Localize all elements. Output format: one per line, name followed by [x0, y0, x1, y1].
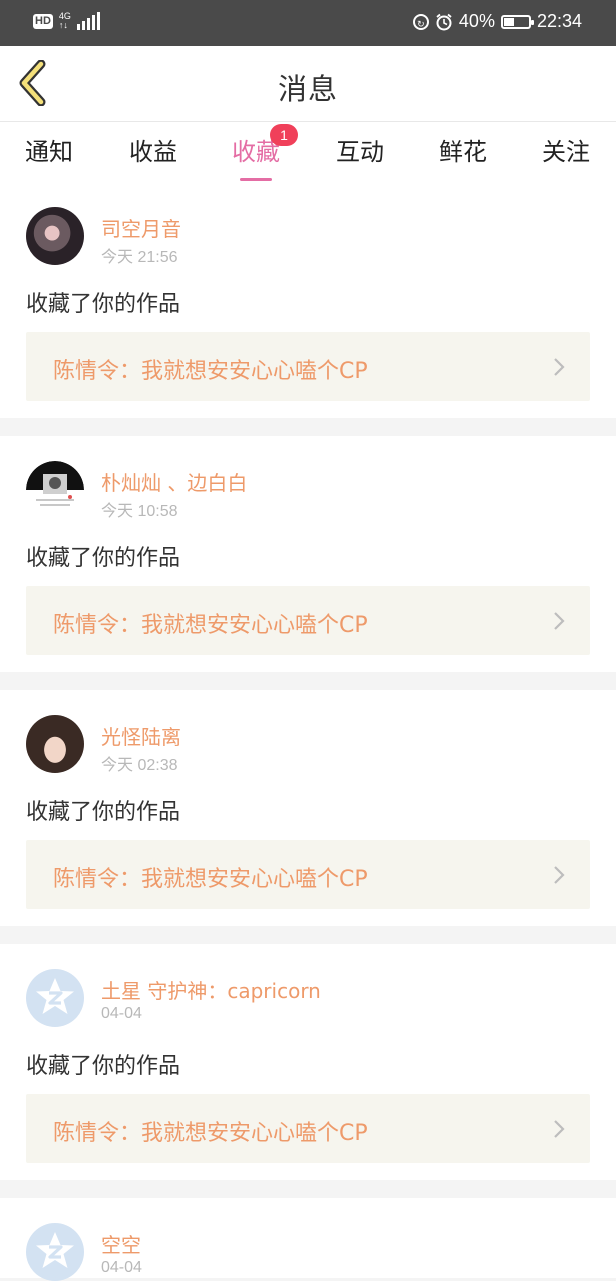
- tab-flowers[interactable]: 鲜花: [423, 132, 503, 178]
- tab-label: 收益: [129, 138, 177, 166]
- work-title: 陈情令：我就想安安心心嗑个CP: [53, 359, 368, 384]
- clock: 22:34: [536, 11, 582, 31]
- timestamp: 今天 10:58: [101, 503, 178, 520]
- timestamp: 今天 02:38: [101, 757, 178, 774]
- user-name[interactable]: 土星 守护神：capricorn: [101, 975, 321, 1004]
- battery-icon: [500, 14, 534, 29]
- avatar[interactable]: [26, 715, 84, 773]
- header: 消息: [0, 46, 616, 122]
- active-tab-indicator: [240, 178, 272, 181]
- action-text: 收藏了你的作品: [26, 292, 181, 317]
- default-avatar-icon: [36, 978, 74, 1014]
- chevron-right-icon: [554, 358, 565, 376]
- chevron-right-icon: [554, 612, 565, 630]
- status-left: HD 4G ↑↓: [33, 12, 100, 30]
- sync-icon: ↻: [412, 13, 429, 30]
- data-arrows-icon: ↑↓: [58, 20, 68, 30]
- page-title: 消息: [277, 72, 338, 106]
- work-title: 陈情令：我就想安安心心嗑个CP: [53, 867, 368, 892]
- default-avatar-icon: [36, 1232, 74, 1268]
- work-link[interactable]: 陈情令：我就想安安心心嗑个CP: [26, 1094, 590, 1163]
- alarm-icon: [436, 13, 452, 30]
- tab-label: 鲜花: [439, 138, 487, 166]
- tab-label: 关注: [542, 138, 590, 166]
- action-text: 收藏了你的作品: [26, 1054, 181, 1079]
- tab-label: 互动: [336, 138, 384, 166]
- work-title: 陈情令：我就想安安心心嗑个CP: [53, 1121, 368, 1146]
- tab-notifications[interactable]: 通知: [9, 132, 89, 178]
- battery-percent: 40%: [458, 11, 495, 31]
- timestamp: 04-04: [101, 1005, 142, 1022]
- list-item: 朴灿灿 、边白白 今天 10:58 收藏了你的作品 陈情令：我就想安安心心嗑个C…: [0, 436, 616, 672]
- user-name[interactable]: 朴灿灿 、边白白: [101, 467, 247, 496]
- user-name[interactable]: 光怪陆离: [101, 721, 181, 750]
- tab-earnings[interactable]: 收益: [113, 132, 193, 178]
- tab-interactions[interactable]: 互动: [320, 132, 400, 178]
- work-link[interactable]: 陈情令：我就想安安心心嗑个CP: [26, 332, 590, 401]
- list-item: 司空月音 今天 21:56 收藏了你的作品 陈情令：我就想安安心心嗑个CP: [0, 182, 616, 418]
- tab-following[interactable]: 关注: [526, 132, 606, 178]
- chevron-right-icon: [554, 866, 565, 884]
- action-text: 收藏了你的作品: [26, 546, 181, 571]
- status-bar: HD 4G ↑↓ ↻ 40% 22:34: [0, 0, 616, 46]
- tab-bar: 通知 收益 收藏 1 互动 鲜花 关注: [0, 122, 616, 182]
- unread-badge: 1: [270, 124, 298, 146]
- timestamp: 今天 21:56: [101, 249, 178, 266]
- user-name[interactable]: 司空月音: [101, 213, 181, 242]
- user-name[interactable]: 空空: [101, 1229, 141, 1258]
- network-label: 4G ↑↓: [59, 12, 71, 30]
- work-link[interactable]: 陈情令：我就想安安心心嗑个CP: [26, 840, 590, 909]
- list-item: 光怪陆离 今天 02:38 收藏了你的作品 陈情令：我就想安安心心嗑个CP: [0, 690, 616, 926]
- battery-fill: [503, 17, 514, 26]
- hd-icon: HD: [33, 13, 53, 29]
- avatar[interactable]: [26, 461, 84, 519]
- message-list: 司空月音 今天 21:56 收藏了你的作品 陈情令：我就想安安心心嗑个CP 朴灿…: [0, 182, 616, 1281]
- list-item: 空空 04-04: [0, 1198, 616, 1281]
- tab-label: 通知: [25, 138, 73, 166]
- avatar[interactable]: [26, 1223, 84, 1281]
- status-right: ↻ 40% 22:34: [412, 11, 582, 32]
- timestamp: 04-04: [101, 1259, 142, 1276]
- avatar[interactable]: [26, 207, 84, 265]
- avatar-image: [26, 461, 84, 506]
- list-item: 土星 守护神：capricorn 04-04 收藏了你的作品 陈情令：我就想安安…: [0, 944, 616, 1180]
- tab-favorites[interactable]: 收藏 1: [216, 124, 298, 181]
- action-text: 收藏了你的作品: [26, 800, 181, 825]
- work-link[interactable]: 陈情令：我就想安安心心嗑个CP: [26, 586, 590, 655]
- chevron-right-icon: [554, 1120, 565, 1138]
- work-title: 陈情令：我就想安安心心嗑个CP: [53, 613, 368, 638]
- avatar[interactable]: [26, 969, 84, 1027]
- signal-icon: [76, 12, 100, 30]
